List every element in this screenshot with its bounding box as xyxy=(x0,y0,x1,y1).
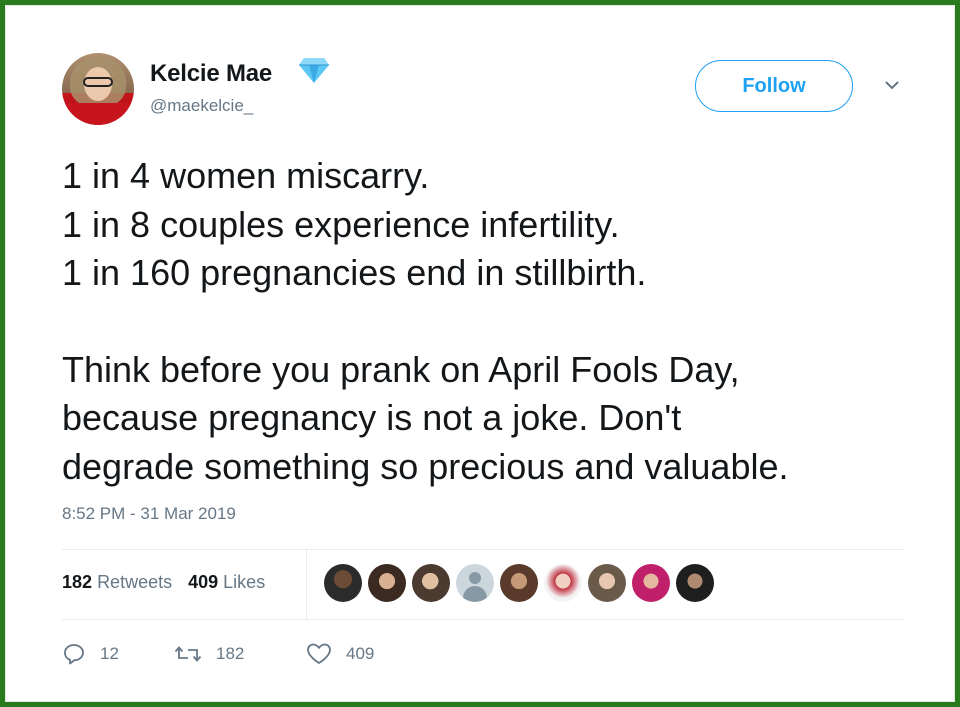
chevron-down-icon[interactable] xyxy=(882,78,902,92)
tweet-line: Think before you prank on April Fools Da… xyxy=(62,348,740,390)
author-avatar[interactable] xyxy=(62,53,134,125)
liker-avatar[interactable] xyxy=(324,564,362,602)
liker-avatar[interactable] xyxy=(412,564,450,602)
follow-button[interactable]: Follow xyxy=(695,60,853,112)
likes-stat[interactable]: 409 Likes xyxy=(188,572,265,593)
retweets-count: 182 xyxy=(62,572,93,592)
liker-avatar[interactable] xyxy=(544,564,582,602)
tweet-line: 1 in 160 pregnancies end in stillbirth. xyxy=(62,252,647,293)
liker-avatar[interactable] xyxy=(456,564,494,602)
retweets-stat[interactable]: 182 Retweets xyxy=(62,572,172,593)
diamond-icon xyxy=(299,58,329,83)
reply-action[interactable]: 12 xyxy=(62,642,174,666)
tweet-line: degrade something so precious and valuab… xyxy=(62,445,789,487)
retweet-icon xyxy=(174,646,202,662)
liker-avatar[interactable] xyxy=(676,564,714,602)
stats-separator xyxy=(306,550,307,620)
divider xyxy=(62,549,904,550)
heart-icon xyxy=(307,643,331,664)
retweet-count: 182 xyxy=(216,644,245,663)
liker-avatar[interactable] xyxy=(500,564,538,602)
author-name[interactable]: Kelcie Mae xyxy=(150,60,272,88)
liker-avatar[interactable] xyxy=(632,564,670,602)
divider xyxy=(62,619,904,620)
tweet-actions: 12 182 409 xyxy=(62,642,374,666)
engagement-stats: 182 Retweets 409 Likes xyxy=(62,572,265,593)
likes-label: Likes xyxy=(223,572,266,592)
tweet-timestamp[interactable]: 8:52 PM - 31 Mar 2019 xyxy=(62,504,236,524)
tweet-line: 1 in 4 women miscarry. xyxy=(62,155,430,196)
tweet-line: 1 in 8 couples experience infertility. xyxy=(62,203,620,245)
likes-count: 409 xyxy=(188,572,219,592)
reply-count: 12 xyxy=(100,644,119,663)
liker-avatar[interactable] xyxy=(368,564,406,602)
retweet-action[interactable]: 182 xyxy=(174,642,306,666)
tweet-card: Kelcie Mae @maekelcie_ Follow 1 in 4 wom… xyxy=(5,5,955,702)
liker-avatar[interactable] xyxy=(588,564,626,602)
tweet-line: because pregnancy is not a joke. Don't xyxy=(62,397,682,438)
liker-avatars xyxy=(324,564,714,602)
reply-icon xyxy=(64,644,84,665)
tweet-text: 1 in 4 women miscarry. 1 in 8 couples ex… xyxy=(62,152,922,491)
author-handle[interactable]: @maekelcie_ xyxy=(150,96,253,116)
retweets-label: Retweets xyxy=(97,572,173,592)
like-count: 409 xyxy=(346,644,375,663)
like-action[interactable]: 409 xyxy=(306,642,374,666)
